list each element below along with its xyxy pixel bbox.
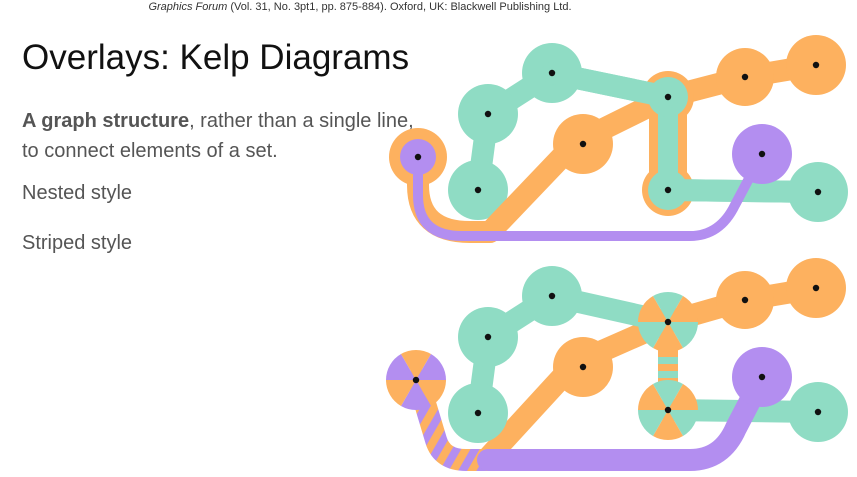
kelp-diagrams: [386, 35, 848, 471]
nested-kelp-diagram: [389, 35, 848, 243]
striped-kelp-diagram: [386, 258, 848, 471]
